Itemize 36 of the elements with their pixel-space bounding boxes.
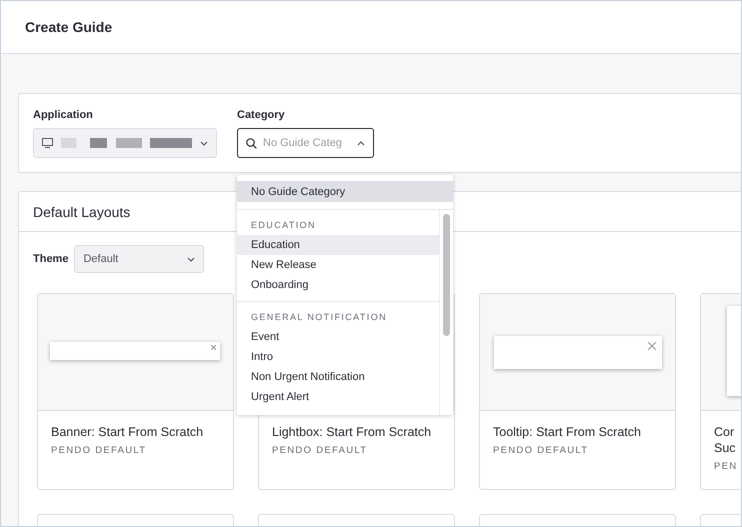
group-heading: EDUCATION <box>250 219 317 232</box>
monitor-icon <box>42 138 53 148</box>
layout-card[interactable]: Banner: Start From Scratch PENDO DEFAULT <box>37 293 234 490</box>
menu-option[interactable]: New Release <box>237 255 439 275</box>
application-select[interactable] <box>33 128 217 158</box>
search-icon <box>246 138 257 148</box>
caret-up-icon <box>357 140 365 146</box>
field-label: Application <box>33 109 94 121</box>
card-subtitle: PEN <box>714 461 738 472</box>
group-heading: GENERAL NOTIFICATION <box>250 311 388 324</box>
menu-option[interactable]: Urgent Alert <box>237 387 439 407</box>
caret-down-icon <box>187 256 196 262</box>
card-title: Lightbox: Start From Scratch <box>272 424 432 440</box>
card-subtitle: PENDO DEFAULT <box>51 445 148 456</box>
card-title: Tooltip: Start From Scratch <box>493 424 642 440</box>
section-title: Default Layouts <box>33 204 130 220</box>
page-title: Create Guide <box>25 19 112 35</box>
card-subtitle: PENDO DEFAULT <box>272 445 368 456</box>
menu-option[interactable]: Event <box>237 327 439 347</box>
card-title: Banner: Start From Scratch <box>51 424 204 440</box>
menu-option[interactable]: No Guide Category <box>237 181 453 202</box>
menu-option[interactable]: Intro <box>237 347 439 367</box>
card-subtitle: PENDO DEFAULT <box>493 445 590 456</box>
caret-down-icon <box>200 140 208 146</box>
layout-card[interactable]: Tooltip: Start From Scratch PENDO DEFAULT <box>479 293 676 490</box>
close-icon <box>211 345 216 350</box>
theme-select[interactable]: Default <box>74 245 204 273</box>
menu-option[interactable]: Education <box>237 235 439 255</box>
layout-card[interactable]: Cor Suc PEN <box>700 293 741 490</box>
card-title: Cor Suc <box>714 424 737 456</box>
scrollbar-thumb[interactable] <box>443 214 450 336</box>
field-label: Theme <box>33 253 68 265</box>
close-icon <box>648 342 656 350</box>
menu-option[interactable]: Onboarding <box>237 275 439 295</box>
menu-option[interactable]: Non Urgent Notification <box>237 367 439 387</box>
field-label: Category <box>237 109 286 121</box>
